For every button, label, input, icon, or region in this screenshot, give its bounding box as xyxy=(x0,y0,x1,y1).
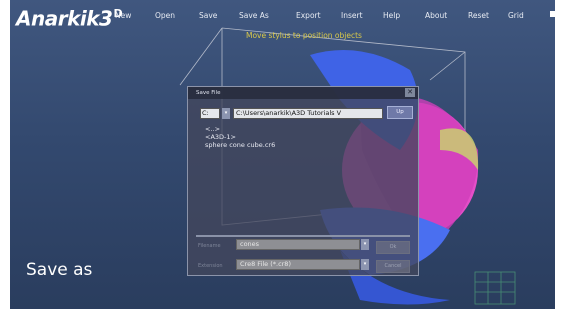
chevron-down-icon[interactable]: ▾ xyxy=(361,259,369,270)
menu-save[interactable]: Save xyxy=(199,11,217,20)
extension-select[interactable]: Cre8 File (*.cr8) xyxy=(236,259,360,270)
status-hint: Move stylus to position objects xyxy=(246,31,362,40)
extension-label: Extension xyxy=(198,263,223,269)
filename-label: Filename xyxy=(198,243,221,249)
horizontal-scrollbar[interactable] xyxy=(196,235,410,237)
drive-select[interactable]: C: xyxy=(200,108,220,119)
path-field[interactable]: C:\Users\anarkik\A3D Tutorials V xyxy=(233,108,383,119)
app-viewport: Anarkik3D New Open Save Save As Export I… xyxy=(10,0,555,309)
up-button[interactable]: Up xyxy=(387,106,413,119)
grid-checkbox[interactable] xyxy=(550,11,555,17)
file-list: <..> <A3D-1> sphere cone cube.cr6 xyxy=(205,125,275,149)
grid-cube xyxy=(474,271,516,305)
menu-about[interactable]: About xyxy=(425,11,447,20)
video-caption: Save as xyxy=(26,260,93,280)
save-file-dialog: Save File ✕ C: ▾ C:\Users\anarkik\A3D Tu… xyxy=(187,86,419,276)
list-item[interactable]: <..> xyxy=(205,125,275,133)
menu-export[interactable]: Export xyxy=(296,11,321,20)
menu-bar: Anarkik3D New Open Save Save As Export I… xyxy=(10,0,555,31)
list-item[interactable]: <A3D-1> xyxy=(205,133,275,141)
menu-grid[interactable]: Grid xyxy=(508,11,524,20)
chevron-down-icon[interactable]: ▾ xyxy=(222,108,230,119)
menu-new[interactable]: New xyxy=(115,11,131,20)
filename-input[interactable]: cones xyxy=(236,239,360,250)
menu-save-as[interactable]: Save As xyxy=(239,11,269,20)
dialog-title: Save File xyxy=(188,87,418,99)
app-logo: Anarkik3D xyxy=(16,6,123,31)
menu-open[interactable]: Open xyxy=(155,11,175,20)
menu-reset[interactable]: Reset xyxy=(468,11,489,20)
cancel-button[interactable]: Cancel xyxy=(376,260,410,273)
list-item[interactable]: sphere cone cube.cr6 xyxy=(205,141,275,149)
ok-button[interactable]: Ok xyxy=(376,241,410,254)
menu-insert[interactable]: Insert xyxy=(341,11,363,20)
close-icon[interactable]: ✕ xyxy=(405,88,415,97)
menu-help[interactable]: Help xyxy=(383,11,400,20)
chevron-down-icon[interactable]: ▾ xyxy=(361,239,369,250)
